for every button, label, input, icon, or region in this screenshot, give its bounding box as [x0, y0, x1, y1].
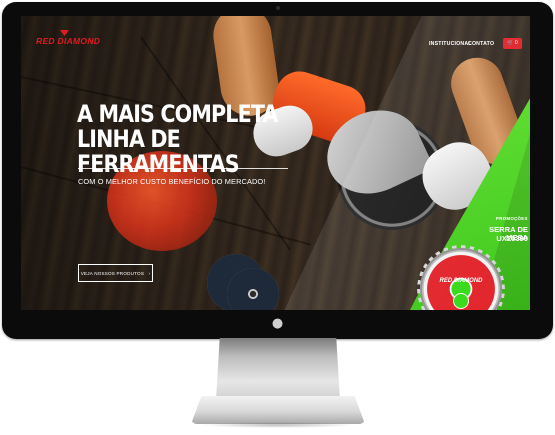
- blade-center-hole: [453, 293, 469, 309]
- camera-dot: [275, 6, 280, 10]
- see-products-button[interactable]: VEJA NOSSOS PRODUTOS ›: [78, 264, 153, 282]
- nav-institucional[interactable]: INSTITUCIONAL: [429, 41, 472, 47]
- cart-button[interactable]: 🛒 0: [503, 38, 522, 49]
- cta-label: VEJA NOSSOS PRODUTOS: [80, 271, 145, 276]
- monitor-stand-neck: [216, 338, 340, 400]
- hero-title-line2: LINHA DE FERRAMENTAS: [77, 125, 240, 178]
- hero-divider: [78, 168, 288, 169]
- hero-title-line1: A MAIS COMPLETA: [77, 100, 278, 128]
- stand-shadow: [200, 422, 356, 428]
- cart-icon: 🛒: [507, 40, 514, 46]
- website-screen: RED DIAMOND INSTITUCIONAL CONTATO 🛒 0 A …: [21, 16, 530, 310]
- blade-brand-text: RED DIAMOND: [439, 278, 483, 284]
- chevron-right-icon: ›: [145, 271, 151, 276]
- nav-contato[interactable]: CONTATO: [468, 41, 494, 47]
- cart-count: 0: [514, 40, 518, 46]
- brand-logo[interactable]: RED DIAMOND: [36, 36, 100, 46]
- apple-logo-icon: ●: [271, 316, 284, 331]
- promo-label: PROMOÇÕES: [496, 216, 528, 221]
- hero-title: A MAIS COMPLETA LINHA DE FERRAMENTAS: [77, 102, 335, 177]
- promo-product-model[interactable]: UX20390: [476, 235, 528, 243]
- hero-subtitle: COM O MELHOR CUSTO BENEFÍCIO DO MERCADO!: [78, 177, 266, 186]
- brand-logo-text: RED DIAMOND: [36, 36, 101, 46]
- monitor-stand-base: [191, 396, 365, 424]
